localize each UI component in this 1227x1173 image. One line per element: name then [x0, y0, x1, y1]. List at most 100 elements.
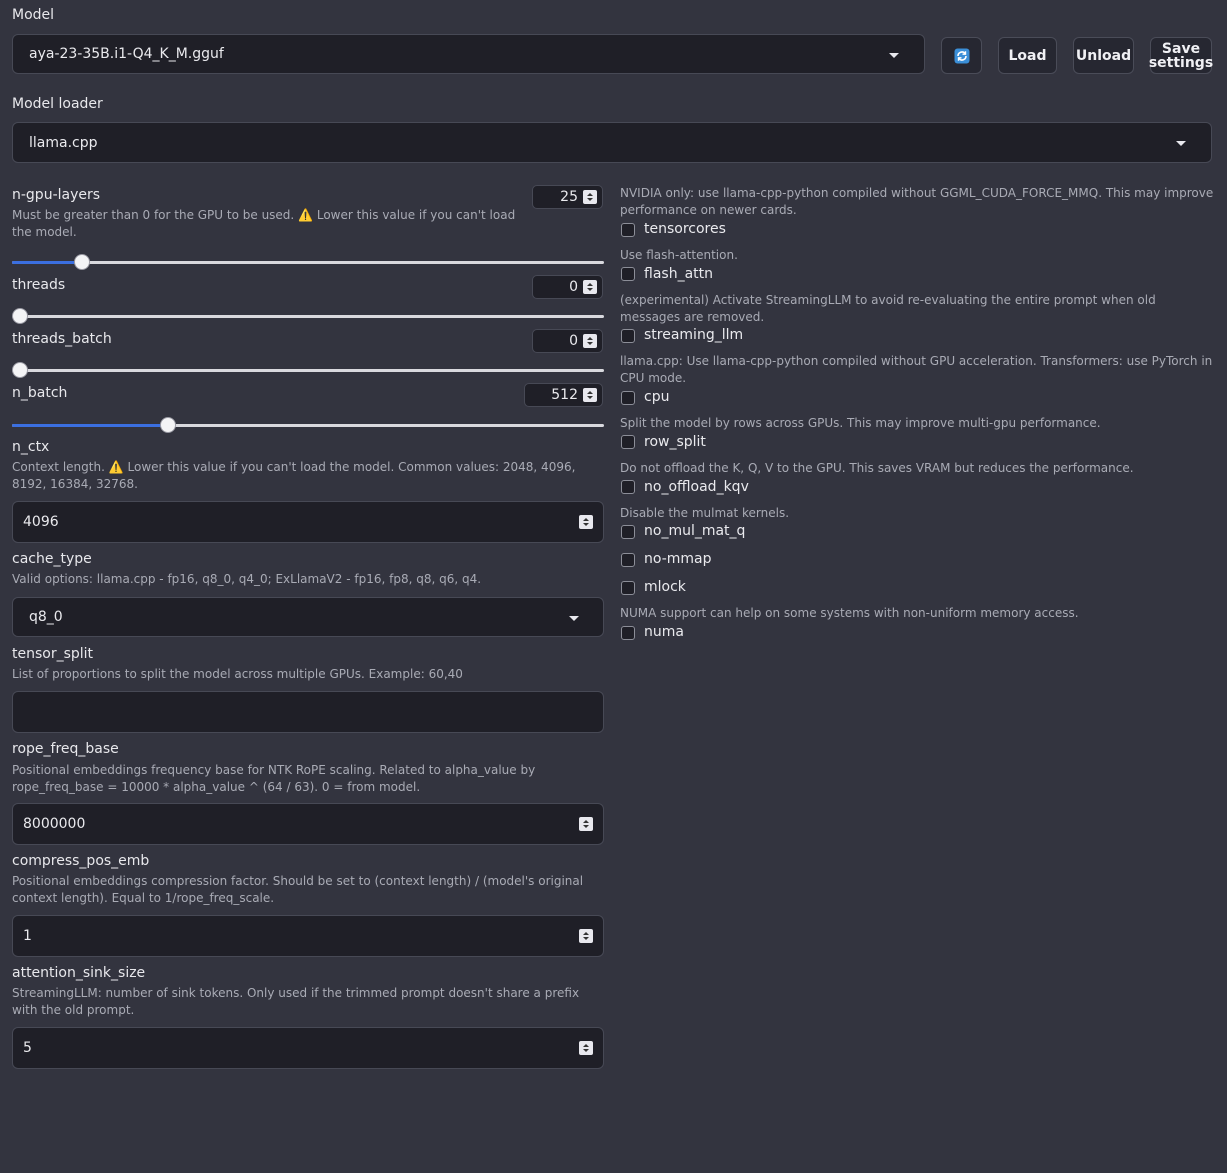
threads-batch-input[interactable]: 0 [532, 329, 603, 353]
spinner-icon[interactable] [579, 929, 593, 943]
refresh-icon [954, 48, 969, 63]
attention-sink-size-info: StreamingLLM: number of sink tokens. Onl… [12, 986, 580, 1017]
n-gpu-layers-info: Must be greater than 0 for the GPU to be… [12, 208, 516, 239]
no-offload-kqv-info: Do not offload the K, Q, V to the GPU. T… [620, 461, 1134, 475]
tensorcores-label: tensorcores [644, 221, 726, 237]
streaming-llm-label: streaming_llm [644, 327, 744, 343]
tensorcores-info: NVIDIA only: use llama-cpp-python compil… [620, 186, 1214, 217]
rope-freq-base-input[interactable]: 8000000 [12, 803, 604, 845]
rope-freq-base-label: rope_freq_base [12, 741, 119, 757]
threads-slider[interactable] [12, 308, 604, 324]
n-batch-input[interactable]: 512 [524, 383, 603, 407]
slider-fill [12, 424, 168, 427]
slider-fill [12, 261, 82, 264]
cache-type-dropdown[interactable]: q8_0 [12, 597, 604, 637]
row-split-info: Split the model by rows across GPUs. Thi… [620, 416, 1101, 430]
attention-sink-size-label: attention_sink_size [12, 965, 146, 981]
load-button[interactable]: Load [998, 37, 1057, 74]
unload-button[interactable]: Unload [1073, 37, 1134, 74]
threads-label: threads [12, 277, 66, 293]
model-label: Model [12, 7, 55, 23]
n-gpu-layers-label: n-gpu-layers [12, 187, 101, 203]
n-ctx-label: n_ctx [12, 439, 50, 455]
flash-attn-label: flash_attn [644, 266, 713, 282]
n-batch-slider[interactable] [12, 417, 604, 433]
refresh-button[interactable] [941, 37, 982, 74]
numa-checkbox[interactable] [621, 626, 635, 640]
spinner-icon[interactable] [583, 334, 597, 348]
tensorcores-checkbox[interactable] [621, 223, 635, 237]
tensor-split-info: List of proportions to split the model a… [12, 667, 463, 681]
save-settings-button[interactable]: Save settings [1148, 37, 1214, 74]
cpu-checkbox[interactable] [621, 391, 635, 405]
mlock-label: mlock [644, 579, 686, 595]
flash-attn-checkbox[interactable] [621, 267, 635, 281]
n-batch-value: 512 [551, 387, 578, 403]
attention-sink-size-input[interactable]: 5 [12, 1027, 604, 1069]
compress-pos-emb-label: compress_pos_emb [12, 853, 150, 869]
cache-type-label: cache_type [12, 551, 92, 567]
loader-label: Model loader [12, 96, 103, 112]
spinner-icon[interactable] [579, 515, 593, 529]
n-gpu-layers-slider[interactable] [12, 254, 604, 270]
slider-thumb[interactable] [12, 308, 28, 324]
cache-type-selected: q8_0 [29, 609, 63, 625]
threads-input[interactable]: 0 [532, 275, 603, 299]
compress-pos-emb-value: 1 [23, 928, 32, 944]
compress-pos-emb-input[interactable]: 1 [12, 915, 604, 957]
n-batch-label: n_batch [12, 385, 68, 401]
row-split-label: row_split [644, 434, 706, 450]
spinner-icon[interactable] [579, 817, 593, 831]
loader-selected: llama.cpp [29, 134, 98, 151]
streaming-llm-checkbox[interactable] [621, 329, 635, 343]
cache-type-info: Valid options: llama.cpp - fp16, q8_0, q… [12, 572, 482, 586]
spinner-icon[interactable] [583, 190, 597, 204]
no-mmap-checkbox[interactable] [621, 553, 635, 567]
numa-info: NUMA support can help on some systems wi… [620, 606, 1079, 620]
slider-thumb[interactable] [74, 254, 90, 270]
save-settings-label-2: settings [1148, 54, 1214, 71]
warning-icon: ⚠️ [108, 460, 124, 474]
n-ctx-input[interactable]: 4096 [12, 501, 604, 543]
no-mul-mat-q-checkbox[interactable] [621, 525, 635, 539]
spinner-icon[interactable] [579, 1041, 593, 1055]
n-ctx-value: 4096 [23, 514, 59, 530]
rope-freq-base-info: Positional embeddings frequency base for… [12, 763, 536, 794]
threads-batch-value: 0 [569, 333, 578, 349]
slider-thumb[interactable] [160, 417, 176, 433]
streaming-llm-info: (experimental) Activate StreamingLLM to … [620, 293, 1156, 324]
n-gpu-layers-value: 25 [560, 189, 578, 205]
flash-attn-info: Use flash-attention. [620, 248, 738, 262]
save-settings-label-1: Save [1161, 40, 1201, 57]
model-dropdown[interactable]: aya-23-35B.i1-Q4_K_M.gguf [12, 34, 925, 74]
no-offload-kqv-label: no_offload_kqv [644, 479, 749, 495]
rope-freq-base-value: 8000000 [23, 816, 86, 832]
model-selected: aya-23-35B.i1-Q4_K_M.gguf [29, 46, 224, 62]
row-split-checkbox[interactable] [621, 435, 635, 449]
slider-thumb[interactable] [12, 362, 28, 378]
spinner-icon[interactable] [583, 280, 597, 294]
numa-label: numa [644, 624, 684, 640]
no-offload-kqv-checkbox[interactable] [621, 480, 635, 494]
threads-batch-slider[interactable] [12, 362, 604, 378]
chevron-down-icon [1176, 141, 1186, 146]
warning-icon: ⚠️ [298, 208, 314, 222]
cpu-info: llama.cpp: Use llama-cpp-python compiled… [620, 354, 1213, 385]
spinner-icon[interactable] [583, 388, 597, 402]
threads-value: 0 [569, 279, 578, 295]
mlock-checkbox[interactable] [621, 581, 635, 595]
n-ctx-info: Context length. ⚠️ Lower this value if y… [12, 460, 576, 491]
tensor-split-label: tensor_split [12, 646, 94, 662]
compress-pos-emb-info: Positional embeddings compression factor… [12, 874, 584, 905]
no-mmap-label: no-mmap [644, 551, 712, 567]
no-mul-mat-q-label: no_mul_mat_q [644, 523, 746, 539]
no-mul-mat-q-info: Disable the mulmat kernels. [620, 506, 790, 520]
attention-sink-size-value: 5 [23, 1040, 32, 1056]
n-gpu-layers-input[interactable]: 25 [532, 185, 603, 209]
chevron-down-icon [889, 53, 899, 58]
threads-batch-label: threads_batch [12, 331, 112, 347]
cpu-label: cpu [644, 389, 670, 405]
tensor-split-textarea[interactable] [12, 691, 604, 733]
loader-dropdown[interactable]: llama.cpp [12, 122, 1212, 163]
chevron-down-icon [569, 616, 579, 621]
